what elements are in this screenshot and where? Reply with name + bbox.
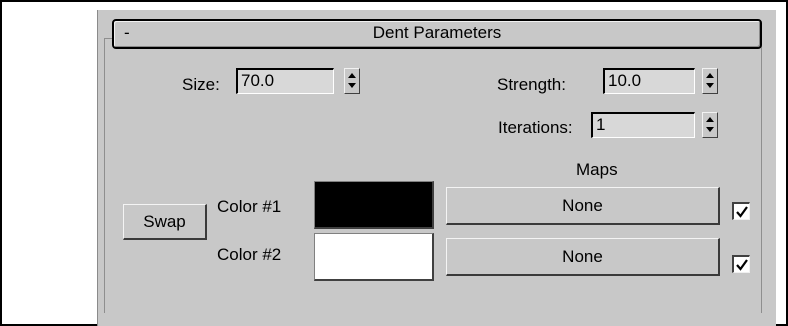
- strength-spinner[interactable]: [702, 68, 718, 94]
- spinner-down-arrow-icon[interactable]: [706, 127, 714, 132]
- iterations-label: Iterations:: [498, 118, 573, 137]
- size-field[interactable]: 70.0: [236, 68, 334, 94]
- iterations-field[interactable]: 1: [591, 112, 695, 138]
- strength-label: Strength:: [497, 75, 566, 94]
- iterations-spinner[interactable]: [702, 112, 718, 138]
- window-frame-top: [0, 0, 788, 2]
- swap-button[interactable]: Swap: [123, 204, 207, 240]
- color2-swatch[interactable]: [314, 233, 434, 281]
- window-frame-left: [0, 0, 2, 326]
- spinner-down-arrow-icon[interactable]: [348, 83, 356, 88]
- color1-label: Color #1: [217, 197, 282, 216]
- size-spinner[interactable]: [344, 68, 360, 94]
- checkmark-icon: [736, 206, 748, 218]
- map2-button[interactable]: None: [446, 238, 720, 276]
- rollout-title: Dent Parameters: [372, 23, 502, 42]
- maps-heading: Maps: [576, 160, 618, 179]
- checkmark-icon: [736, 259, 748, 271]
- dent-parameters-panel: - Dent Parameters Size: 70.0 Strength: 1…: [97, 10, 776, 326]
- map2-enable-checkbox[interactable]: [732, 255, 750, 273]
- spinner-down-arrow-icon[interactable]: [706, 83, 714, 88]
- size-label: Size:: [182, 75, 220, 94]
- spinner-up-arrow-icon[interactable]: [348, 73, 356, 78]
- map1-enable-checkbox[interactable]: [732, 202, 750, 220]
- color1-swatch[interactable]: [314, 181, 434, 229]
- spinner-up-arrow-icon[interactable]: [706, 117, 714, 122]
- rollout-header[interactable]: - Dent Parameters: [112, 19, 762, 49]
- color2-label: Color #2: [217, 245, 282, 264]
- map1-button[interactable]: None: [446, 187, 720, 225]
- strength-field[interactable]: 10.0: [603, 68, 695, 94]
- spinner-up-arrow-icon[interactable]: [706, 73, 714, 78]
